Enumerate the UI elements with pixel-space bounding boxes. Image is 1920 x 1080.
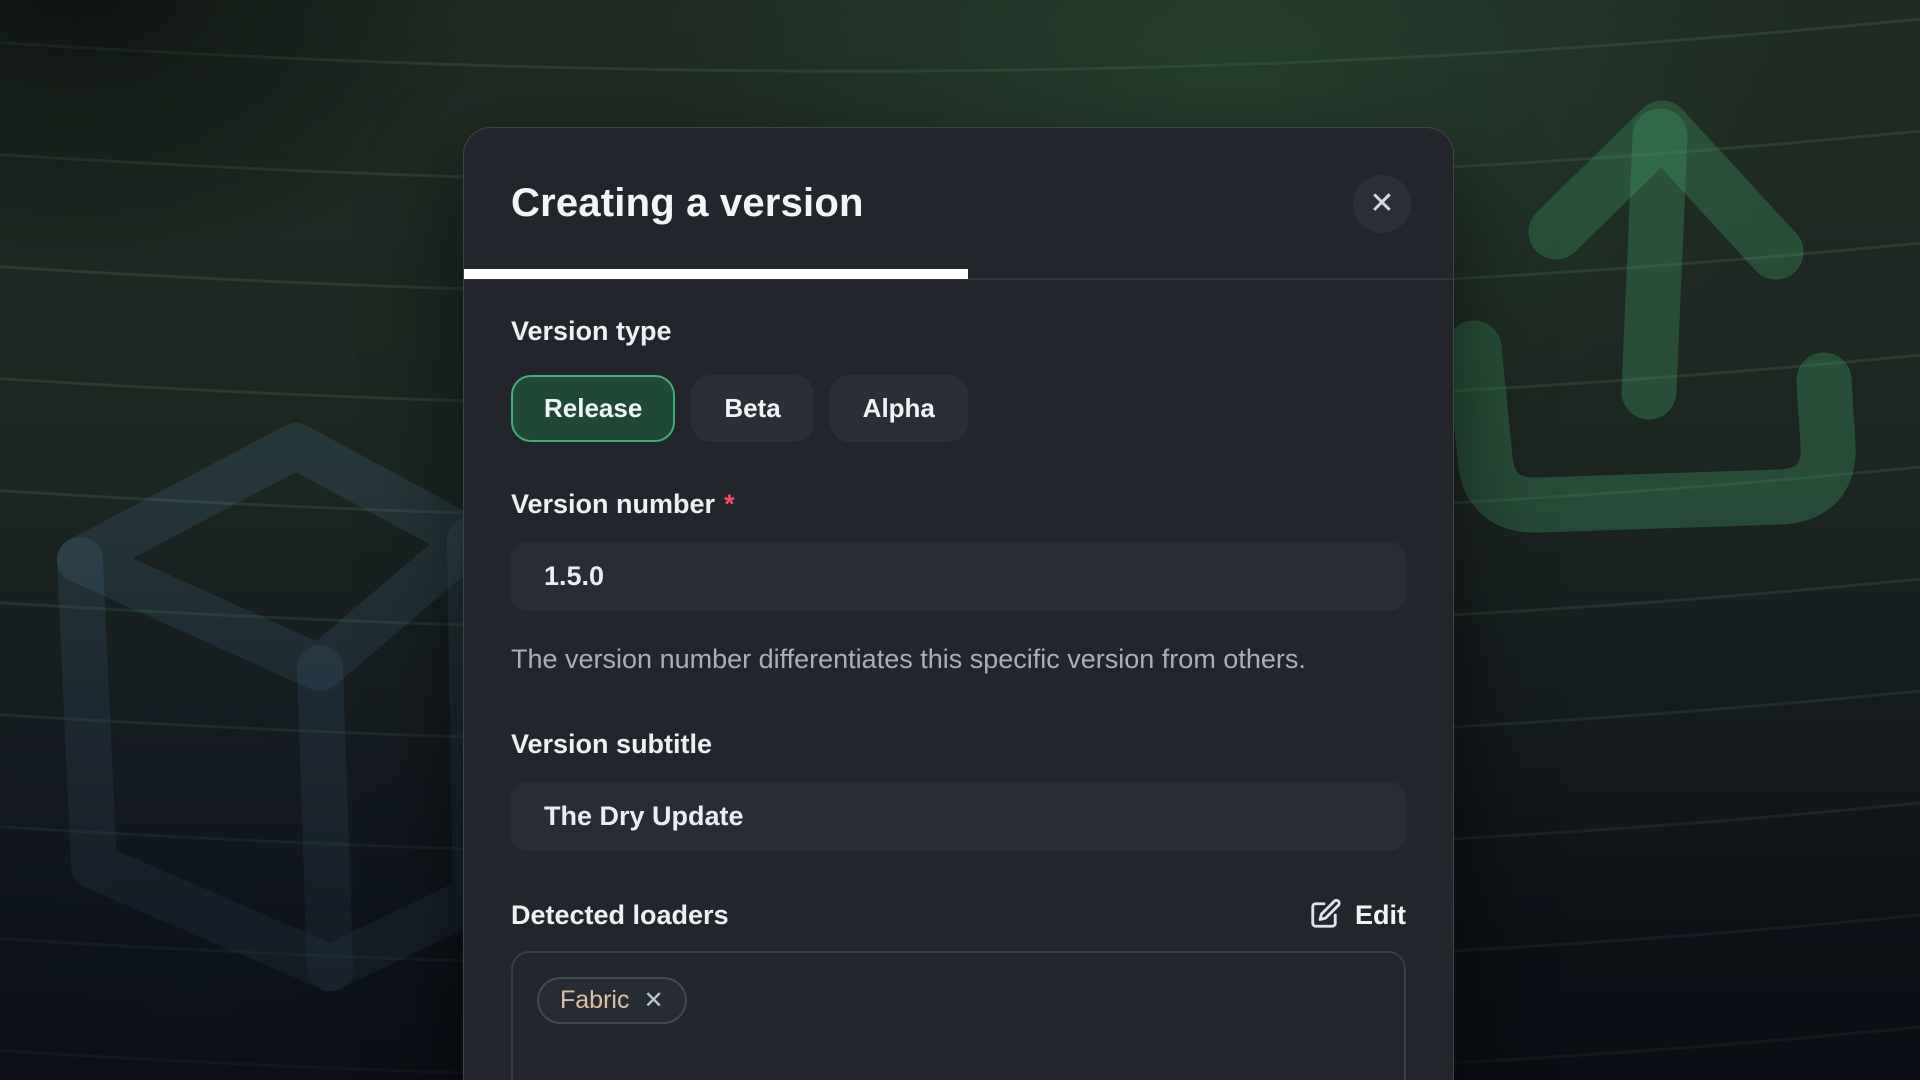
create-version-modal: Creating a version ✕ Version type Releas…: [463, 127, 1454, 1080]
close-icon: ✕: [1369, 189, 1394, 219]
edit-loaders-button[interactable]: Edit: [1306, 897, 1406, 933]
version-type-options: Release Beta Alpha: [511, 375, 1406, 442]
modal-header: Creating a version ✕: [464, 128, 1453, 279]
version-type-label: Version type: [511, 315, 1406, 347]
detected-loaders-box: Fabric ✕: [511, 951, 1406, 1080]
version-type-release-button[interactable]: Release: [511, 375, 675, 442]
loader-chip-remove-button[interactable]: ✕: [643, 989, 663, 1013]
modal-body: Version type Release Beta Alpha Version …: [464, 279, 1453, 1080]
version-type-beta-button[interactable]: Beta: [691, 375, 813, 442]
version-number-help: The version number differentiates this s…: [511, 641, 1406, 678]
close-button[interactable]: ✕: [1353, 175, 1411, 233]
version-type-alpha-button[interactable]: Alpha: [830, 375, 968, 442]
required-asterisk: *: [724, 488, 735, 520]
screen: Creating a version ✕ Version type Releas…: [0, 0, 1920, 1080]
version-number-input[interactable]: [511, 542, 1406, 611]
modal-title: Creating a version: [511, 181, 864, 226]
detected-loaders-header: Detected loaders Edit: [511, 897, 1406, 933]
remove-icon: ✕: [643, 989, 663, 1013]
detected-loaders-label: Detected loaders: [511, 899, 729, 931]
edit-icon: [1306, 897, 1342, 933]
version-subtitle-label: Version subtitle: [511, 728, 1406, 760]
version-subtitle-input[interactable]: [511, 782, 1406, 851]
cube-icon: [80, 446, 476, 968]
loader-chip-fabric: Fabric ✕: [537, 977, 687, 1024]
edit-button-label: Edit: [1355, 900, 1406, 931]
progress-bar-fill: [464, 269, 968, 279]
version-number-label: Version number *: [511, 488, 1406, 520]
upload-icon: [1474, 128, 1828, 505]
loader-chip-label: Fabric: [560, 986, 629, 1015]
